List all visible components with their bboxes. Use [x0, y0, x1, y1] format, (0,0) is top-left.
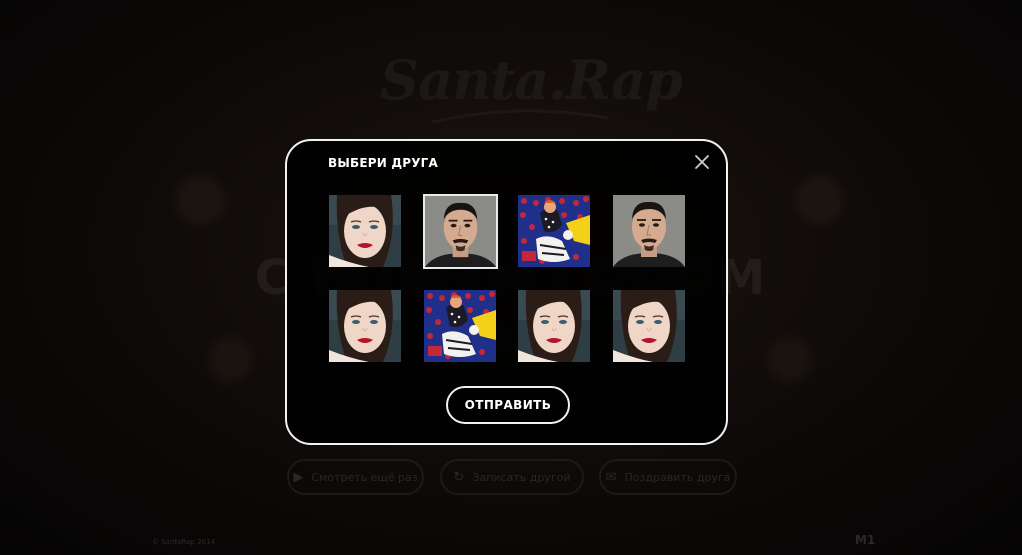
record-another-label: Записать другой: [472, 470, 571, 484]
friend-avatar-8[interactable]: [613, 290, 685, 362]
record-another-button[interactable]: ↻ Записать другой: [440, 459, 584, 495]
dialog-title: ВЫБЕРИ ДРУГА: [328, 156, 439, 170]
close-icon[interactable]: [693, 153, 711, 171]
congratulate-friend-label: Поздравить друга: [624, 470, 731, 484]
brand-mark: M1: [855, 533, 876, 547]
friend-avatar-2-selected[interactable]: [423, 194, 498, 269]
choose-friend-dialog: ВЫБЕРИ ДРУГА ОТПРАВИТЬ: [285, 139, 728, 445]
friend-avatar-4[interactable]: [613, 195, 685, 267]
friend-avatar-3[interactable]: [518, 195, 590, 267]
logo-swash-icon: [431, 109, 609, 124]
watch-again-button[interactable]: ▶ Смотреть ещё раз: [287, 459, 424, 495]
congratulate-friend-button[interactable]: ✉ Поздравить друга: [599, 459, 737, 495]
refresh-icon: ↻: [453, 469, 465, 485]
friend-avatar-5[interactable]: [329, 290, 401, 362]
friend-avatar-6[interactable]: [424, 290, 496, 362]
friends-grid: [329, 194, 689, 365]
watch-again-label: Смотреть ещё раз: [311, 470, 418, 484]
copyright: © SantaRap 2014: [152, 538, 215, 546]
friend-avatar-7[interactable]: [518, 290, 590, 362]
send-button[interactable]: ОТПРАВИТЬ: [446, 386, 570, 424]
friend-avatar-1[interactable]: [329, 195, 401, 267]
play-icon: ▶: [293, 469, 304, 485]
envelope-icon: ✉: [605, 469, 617, 485]
